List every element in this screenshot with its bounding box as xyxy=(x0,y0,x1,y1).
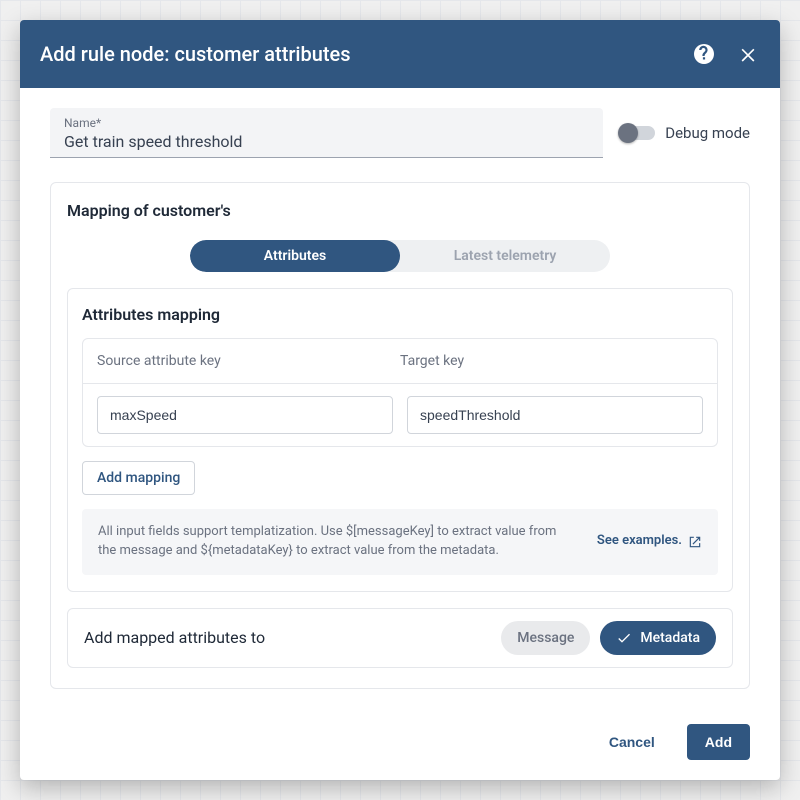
see-examples-link[interactable]: See examples. xyxy=(597,532,702,551)
close-icon[interactable] xyxy=(736,42,760,66)
see-examples-label: See examples. xyxy=(597,532,682,551)
source-attribute-input[interactable] xyxy=(97,396,393,434)
destination-pill-group: Message Metadata xyxy=(501,621,716,655)
col-target: Target key xyxy=(400,353,703,369)
target-key-input[interactable] xyxy=(407,396,703,434)
dialog-header: Add rule node: customer attributes xyxy=(20,20,780,88)
check-icon xyxy=(616,630,632,646)
name-value: Get train speed threshold xyxy=(64,130,589,151)
mapping-section-title: Mapping of customer's xyxy=(67,201,733,220)
segment-latest-telemetry[interactable]: Latest telemetry xyxy=(400,240,610,272)
external-link-icon xyxy=(688,535,702,549)
mapping-columns-header: Source attribute key Target key xyxy=(82,338,718,384)
pill-message[interactable]: Message xyxy=(501,621,590,655)
help-icon[interactable] xyxy=(692,42,716,66)
dialog-body: Name* Get train speed threshold Debug mo… xyxy=(20,88,780,706)
hint-text: All input fields support templatization.… xyxy=(98,523,577,561)
mapping-panel: Mapping of customer's Attributes Latest … xyxy=(50,182,750,689)
add-mapping-button[interactable]: Add mapping xyxy=(82,461,195,495)
add-rule-node-dialog: Add rule node: customer attributes Name*… xyxy=(20,20,780,780)
templatization-hint: All input fields support templatization.… xyxy=(82,509,718,575)
debug-toggle[interactable] xyxy=(621,126,655,140)
destination-panel: Add mapped attributes to Message Metadat… xyxy=(67,608,733,668)
dialog-title: Add rule node: customer attributes xyxy=(40,42,351,66)
mapping-type-segmented: Attributes Latest telemetry xyxy=(190,240,610,272)
add-button[interactable]: Add xyxy=(687,724,750,760)
dialog-header-actions xyxy=(692,42,760,66)
segment-attributes[interactable]: Attributes xyxy=(190,240,400,272)
col-source: Source attribute key xyxy=(97,353,400,369)
attributes-mapping-title: Attributes mapping xyxy=(82,305,718,324)
name-label: Name* xyxy=(64,116,589,130)
destination-label: Add mapped attributes to xyxy=(84,628,265,647)
attributes-mapping-panel: Attributes mapping Source attribute key … xyxy=(67,288,733,592)
debug-label: Debug mode xyxy=(665,124,750,142)
cancel-button[interactable]: Cancel xyxy=(595,724,669,760)
mapping-row xyxy=(82,384,718,447)
name-field[interactable]: Name* Get train speed threshold xyxy=(50,108,603,158)
pill-metadata-label: Metadata xyxy=(640,630,700,646)
dialog-footer: Cancel Add xyxy=(20,706,780,780)
pill-metadata[interactable]: Metadata xyxy=(600,621,716,655)
